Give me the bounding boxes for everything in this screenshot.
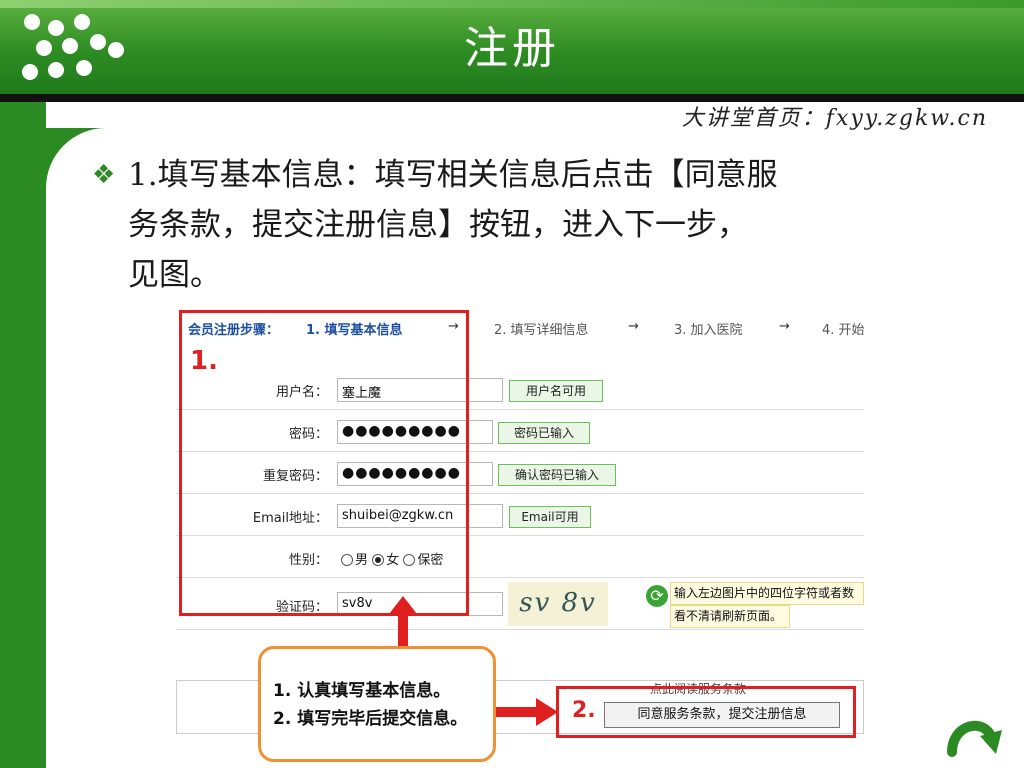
repeat-password-status: 确认密码已输入 xyxy=(498,464,616,486)
site-url: 大讲堂首页：fxyy.zgkw.cn xyxy=(681,106,988,131)
slide-header: 注册 xyxy=(0,0,1024,94)
agree-submit-button[interactable]: 同意服务条款，提交注册信息 xyxy=(604,702,840,728)
red-up-arrow-icon xyxy=(389,596,417,652)
marker-1: 1. xyxy=(190,346,218,376)
bullet-line-3: 见图。 xyxy=(128,257,221,293)
step-arrow-icon: → xyxy=(628,319,639,334)
header-stripe xyxy=(0,0,1024,8)
highlight-box-basic-info xyxy=(179,310,469,616)
bullet-line-1: 1.填写基本信息：填写相关信息后点击【同意服 xyxy=(128,157,778,193)
bullet-line-2: 务条款，提交注册信息】按钮，进入下一步， xyxy=(128,207,748,243)
captcha-hint: 输入左边图片中的四位字符或者数 看不清请刷新页面。 xyxy=(670,582,864,628)
refresh-icon[interactable]: ⟳ xyxy=(646,585,668,607)
step-3[interactable]: 3. 加入医院 xyxy=(674,319,743,338)
slide-title: 注册 xyxy=(464,23,560,74)
green-sidebar xyxy=(0,102,46,768)
instruction-callout: 1. 认真填写基本信息。 2. 填写完毕后提交信息。 xyxy=(258,646,496,762)
step-arrow-icon: → xyxy=(779,319,790,334)
bullet-diamond-icon: ❖ xyxy=(92,160,116,190)
red-right-arrow-icon xyxy=(492,698,558,726)
callout-line-2: 2. 填写完毕后提交信息。 xyxy=(273,709,468,729)
password-status: 密码已输入 xyxy=(498,422,590,444)
marker-2: 2. xyxy=(572,698,596,723)
step-2[interactable]: 2. 填写详细信息 xyxy=(494,319,589,338)
email-status: Email可用 xyxy=(509,506,591,528)
step-4[interactable]: 4. 开始 xyxy=(822,319,864,338)
callout-line-1: 1. 认真填写基本信息。 xyxy=(273,681,451,701)
captcha-hint-line-1: 输入左边图片中的四位字符或者数 xyxy=(670,582,864,605)
username-status: 用户名可用 xyxy=(509,380,603,402)
captcha-image[interactable]: sv 8v xyxy=(508,582,608,626)
captcha-hint-line-2: 看不清请刷新页面。 xyxy=(670,605,790,628)
bullet-paragraph: ❖ 1.填写基本信息：填写相关信息后点击【同意服 务条款，提交注册信息】按钮，进… xyxy=(92,150,972,300)
next-slide-arrow-icon[interactable] xyxy=(946,712,1004,760)
